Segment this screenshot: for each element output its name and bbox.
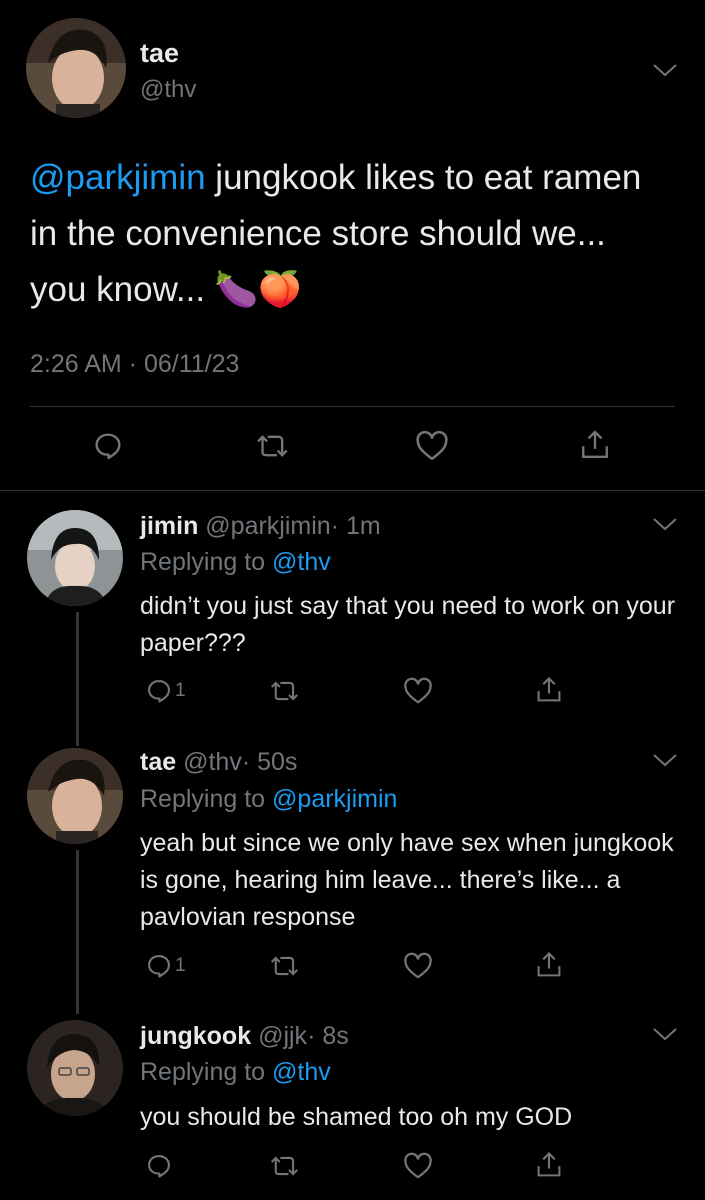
reply-icon [148, 1155, 170, 1178]
thread-line [76, 850, 79, 1014]
like-icon [404, 952, 432, 979]
share-button[interactable] [535, 950, 563, 980]
avatar-jimin[interactable] [27, 510, 123, 606]
divider [30, 406, 675, 407]
retweet-button[interactable] [256, 430, 290, 462]
reply-handle[interactable]: @jjk [258, 1022, 307, 1050]
like-icon [404, 1152, 432, 1179]
reply-handle[interactable]: @parkjimin [205, 512, 330, 540]
reply-header: tae @thv· 50s [140, 748, 297, 777]
avatar-tae-main[interactable] [26, 18, 126, 118]
share-icon [582, 430, 608, 458]
retweet-icon [270, 956, 298, 976]
retweet-button[interactable] [270, 1152, 300, 1180]
reply-icon [148, 955, 170, 978]
mention-link[interactable]: @parkjimin [30, 158, 206, 197]
reply-button[interactable]: 1 [145, 952, 186, 980]
reply-header: jungkook @jjk· 8s [140, 1022, 349, 1051]
reply-header: jimin @parkjimin· 1m [140, 512, 381, 541]
reply-text: yeah but since we only have sex when jun… [140, 829, 674, 931]
author-handle[interactable]: @thv [140, 76, 196, 104]
reply-handle[interactable]: @thv [183, 748, 242, 776]
reply-text: you should be shamed too oh my GOD [140, 1103, 573, 1131]
tweet-timestamp: 2:26 AM · 06/11/23 [30, 350, 240, 378]
retweet-icon [257, 435, 288, 457]
reply-text: didn’t you just say that you need to wor… [140, 592, 676, 657]
reply-button[interactable] [145, 1152, 175, 1180]
share-button[interactable] [535, 675, 563, 705]
like-button[interactable] [403, 1152, 433, 1180]
reply-icon [95, 433, 121, 460]
chevron-down-icon[interactable] [652, 752, 678, 768]
reply-time: · 50s [241, 748, 298, 776]
replying-to-link[interactable]: @parkjimin [272, 785, 397, 813]
like-button[interactable] [415, 430, 449, 462]
reply-name[interactable]: tae [140, 748, 176, 776]
reply-count: 1 [175, 680, 186, 701]
reply-name[interactable]: jungkook [140, 1022, 251, 1050]
retweet-icon [270, 681, 298, 701]
retweet-icon [270, 1156, 298, 1176]
share-button[interactable] [535, 1150, 563, 1180]
replying-to: Replying to @thv [140, 1058, 331, 1086]
chevron-down-icon[interactable] [652, 1026, 678, 1042]
share-icon [537, 1151, 561, 1177]
retweet-button[interactable] [270, 677, 300, 705]
like-button[interactable] [403, 677, 433, 705]
replying-to: Replying to @thv [140, 548, 331, 576]
chevron-down-icon[interactable] [652, 516, 678, 532]
like-button[interactable] [403, 952, 433, 980]
divider [0, 490, 705, 491]
replying-to-link[interactable]: @thv [272, 548, 331, 576]
like-icon [416, 430, 448, 461]
thread-line [76, 612, 79, 746]
avatar-tae[interactable] [27, 748, 123, 844]
reply-name[interactable]: jimin [140, 512, 198, 540]
avatar-jungkook[interactable] [27, 1020, 123, 1116]
share-icon [537, 951, 561, 977]
reply-icon [148, 680, 170, 703]
reply-button[interactable] [92, 430, 124, 462]
share-icon [537, 676, 561, 702]
reply-time: · 1m [330, 512, 381, 540]
tweet-text: @parkjimin jungkook likes to eat ramen i… [30, 150, 650, 318]
like-icon [404, 677, 432, 704]
reply-time: · 8s [307, 1022, 349, 1050]
author-name[interactable]: tae [140, 38, 179, 69]
retweet-button[interactable] [270, 952, 300, 980]
replying-to: Replying to @parkjimin [140, 785, 398, 813]
replying-to-link[interactable]: @thv [272, 1058, 331, 1086]
chevron-down-icon[interactable] [652, 62, 678, 78]
reply-button[interactable]: 1 [145, 677, 186, 705]
reply-count: 1 [175, 955, 186, 976]
share-button[interactable] [579, 428, 611, 462]
